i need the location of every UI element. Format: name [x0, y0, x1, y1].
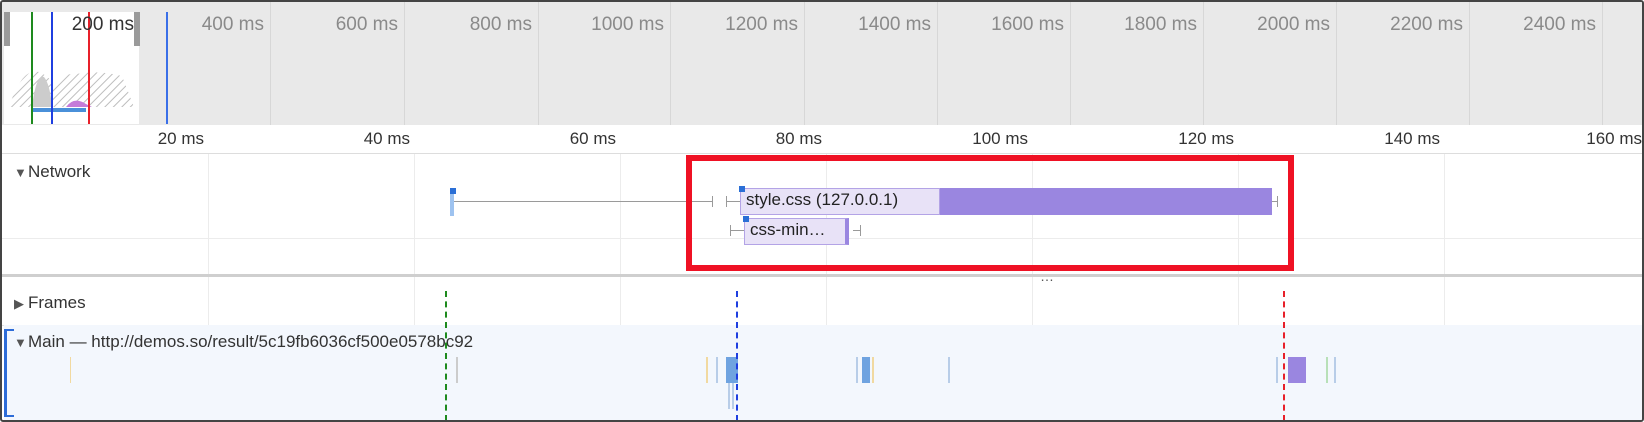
main-event[interactable]: [1334, 357, 1336, 383]
main-thread-track: ▼Main — http://demos.so/result/5c19fb603…: [4, 325, 1642, 420]
track-divider[interactable]: [2, 274, 1642, 277]
overview-gridline: [804, 2, 805, 125]
overview-left-handle[interactable]: [4, 12, 10, 46]
main-event[interactable]: [716, 357, 718, 383]
overview-tick-label: 2000 ms: [1257, 14, 1330, 35]
ruler-tick-label: 140 ms: [1384, 129, 1440, 148]
performance-timeline-panel: 200 ms 400 ms 600 ms 800 ms 1000 ms 1200…: [0, 0, 1644, 422]
dom-content-loaded-marker: [31, 12, 33, 124]
frames-track-header[interactable]: ▶ Frames: [14, 293, 86, 313]
overview-gridline: [270, 2, 271, 125]
overview-gridline: [937, 2, 938, 125]
overview-gridline: [1469, 2, 1470, 125]
overview-blue-marker: [166, 12, 168, 124]
highlight-annotation-box: [686, 155, 1294, 271]
overview-tick-label: 600 ms: [335, 14, 398, 35]
main-track-header[interactable]: ▼Main — http://demos.so/result/5c19fb603…: [14, 332, 473, 352]
overview-tick-label: 400 ms: [201, 14, 264, 35]
timeline-overview[interactable]: 200 ms 400 ms 600 ms 800 ms 1000 ms 1200…: [2, 2, 1642, 126]
overview-gridline: [404, 2, 405, 125]
ruler-tick-label: 160 ms: [1586, 129, 1642, 148]
main-track-title: Main — http://demos.so/result/5c19fb6036…: [28, 332, 474, 351]
ruler-tick-label: 40 ms: [363, 129, 410, 148]
expand-triangle-down-icon: ▼: [14, 335, 27, 350]
ruler-tick-label: 100 ms: [972, 129, 1028, 148]
main-event[interactable]: [862, 357, 870, 383]
divider-grip[interactable]: …: [1040, 268, 1054, 284]
overview-gridline: [1336, 2, 1337, 125]
main-event[interactable]: [948, 357, 950, 383]
overview-tick-label: 800 ms: [469, 14, 532, 35]
overview-gridline: [1602, 2, 1603, 125]
overview-tick-label: 1400 ms: [858, 14, 931, 35]
first-paint-line: [736, 291, 738, 420]
network-request-priority-marker: [450, 188, 456, 194]
overview-gridline: [1070, 2, 1071, 125]
dom-content-loaded-line: [445, 291, 447, 420]
network-track-header[interactable]: ▼Network: [14, 162, 90, 182]
main-event[interactable]: [872, 357, 874, 383]
main-track-bracket-top: [4, 329, 14, 331]
main-event[interactable]: [706, 357, 708, 383]
main-event[interactable]: [456, 357, 458, 383]
overview-tick-label: 1000 ms: [591, 14, 664, 35]
ruler-tick-label: 120 ms: [1178, 129, 1234, 148]
expand-triangle-down-icon: ▼: [14, 165, 27, 180]
main-event[interactable]: [728, 383, 730, 409]
overview-gridline: [538, 2, 539, 125]
overview-right-handle[interactable]: [134, 12, 140, 46]
overview-tick-label: 200 ms: [71, 14, 134, 35]
timeline-ruler: 20 ms 40 ms 60 ms 80 ms 100 ms 120 ms 14…: [2, 125, 1642, 154]
overview-gridline: [1203, 2, 1204, 125]
network-request-wait-line: [454, 201, 712, 202]
main-event[interactable]: [1326, 357, 1328, 383]
overview-gridline: [670, 2, 671, 125]
ruler-tick-label: 60 ms: [569, 129, 616, 148]
main-event[interactable]: [1276, 357, 1278, 383]
main-event[interactable]: [732, 383, 734, 409]
overview-tick-label: 1600 ms: [991, 14, 1064, 35]
load-event-line: [1283, 291, 1285, 420]
first-paint-marker: [51, 12, 53, 124]
overview-tick-label: 1200 ms: [725, 14, 798, 35]
overview-tick-label: 1800 ms: [1124, 14, 1197, 35]
expand-triangle-right-icon: ▶: [14, 296, 24, 311]
ruler-tick-label: 80 ms: [775, 129, 822, 148]
main-event[interactable]: [856, 357, 858, 383]
main-event[interactable]: [1288, 357, 1306, 383]
main-track-bracket-bottom: [4, 415, 14, 417]
main-event[interactable]: [70, 357, 71, 383]
ruler-tick-label: 20 ms: [157, 129, 204, 148]
overview-tick-label: 2200 ms: [1390, 14, 1463, 35]
network-track-title: Network: [28, 162, 91, 181]
overview-tick-label: 2400 ms: [1523, 14, 1596, 35]
frames-track: ▶ Frames: [2, 287, 1642, 326]
main-track-left-bracket: [4, 329, 7, 417]
frames-track-title: Frames: [28, 293, 86, 312]
